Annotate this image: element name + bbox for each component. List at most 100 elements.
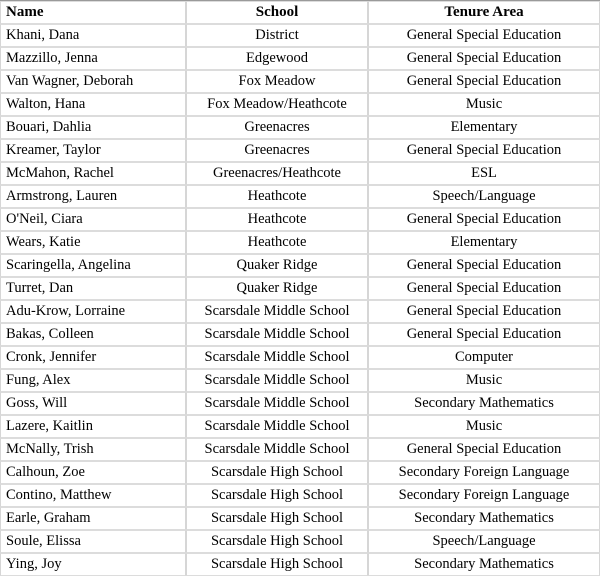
cell-school[interactable]: Greenacres	[186, 139, 368, 162]
cell-name[interactable]: Earle, Graham	[0, 507, 186, 530]
cell-tenure-area[interactable]: Secondary Mathematics	[368, 553, 600, 576]
cell-school[interactable]: Greenacres	[186, 116, 368, 139]
cell-tenure-area[interactable]: General Special Education	[368, 139, 600, 162]
cell-tenure-area[interactable]: General Special Education	[368, 208, 600, 231]
cell-tenure-area[interactable]: Secondary Mathematics	[368, 392, 600, 415]
cell-name[interactable]: Turret, Dan	[0, 277, 186, 300]
cell-tenure-area[interactable]: Secondary Mathematics	[368, 507, 600, 530]
cell-name[interactable]: Khani, Dana	[0, 24, 186, 47]
cell-name[interactable]: Adu-Krow, Lorraine	[0, 300, 186, 323]
cell-tenure-area[interactable]: General Special Education	[368, 277, 600, 300]
table-row[interactable]: Bakas, Colleen Scarsdale Middle School Gen…	[0, 323, 600, 346]
cell-name[interactable]: Lazere, Kaitlin	[0, 415, 186, 438]
cell-school[interactable]: Scarsdale High School	[186, 530, 368, 553]
cell-tenure-area[interactable]: ESL	[368, 162, 600, 185]
table-row[interactable]: Van Wagner, Deborah Fox Meadow General Spe…	[0, 70, 600, 93]
table-row[interactable]: Adu-Krow, Lorraine Scarsdale Middle Schoo…	[0, 300, 600, 323]
cell-name[interactable]: Bakas, Colleen	[0, 323, 186, 346]
table-row[interactable]: McNally, Trish Scarsdale Middle School Gen…	[0, 438, 600, 461]
cell-tenure-area[interactable]: General Special Education	[368, 254, 600, 277]
column-header-name[interactable]: Name	[0, 1, 186, 24]
cell-school[interactable]: Scarsdale High School	[186, 507, 368, 530]
cell-name[interactable]: O'Neil, Ciara	[0, 208, 186, 231]
cell-tenure-area[interactable]: Music	[368, 415, 600, 438]
cell-school[interactable]: Edgewood	[186, 47, 368, 70]
cell-school[interactable]: Quaker Ridge	[186, 277, 368, 300]
cell-tenure-area[interactable]: Music	[368, 369, 600, 392]
cell-name[interactable]: Calhoun, Zoe	[0, 461, 186, 484]
cell-tenure-area[interactable]: Secondary Foreign Language	[368, 461, 600, 484]
table-row[interactable]: Khani, Dana District General Special Educa…	[0, 24, 600, 47]
cell-tenure-area[interactable]: Speech/Language	[368, 185, 600, 208]
cell-name[interactable]: Scaringella, Angelina	[0, 254, 186, 277]
cell-name[interactable]: Armstrong, Lauren	[0, 185, 186, 208]
cell-name[interactable]: Mazzillo, Jenna	[0, 47, 186, 70]
cell-school[interactable]: Scarsdale High School	[186, 461, 368, 484]
table-row[interactable]: Soule, Elissa Scarsdale High School Speech…	[0, 530, 600, 553]
table-row[interactable]: Walton, Hana Fox Meadow/Heathcote Music	[0, 93, 600, 116]
cell-name[interactable]: Walton, Hana	[0, 93, 186, 116]
table-row[interactable]: Armstrong, Lauren Heathcote Speech/Languag…	[0, 185, 600, 208]
cell-school[interactable]: Fox Meadow/Heathcote	[186, 93, 368, 116]
cell-tenure-area[interactable]: Speech/Language	[368, 530, 600, 553]
cell-name[interactable]: Kreamer, Taylor	[0, 139, 186, 162]
cell-name[interactable]: Ying, Joy	[0, 553, 186, 576]
cell-school[interactable]: Fox Meadow	[186, 70, 368, 93]
cell-school[interactable]: Scarsdale Middle School	[186, 438, 368, 461]
cell-tenure-area[interactable]: Elementary	[368, 116, 600, 139]
cell-name[interactable]: Bouari, Dahlia	[0, 116, 186, 139]
cell-tenure-area[interactable]: Elementary	[368, 231, 600, 254]
cell-school[interactable]: Scarsdale High School	[186, 553, 368, 576]
cell-name[interactable]: Cronk, Jennifer	[0, 346, 186, 369]
column-header-tenure-area[interactable]: Tenure Area	[368, 1, 600, 24]
table-row[interactable]: Cronk, Jennifer Scarsdale Middle School Co…	[0, 346, 600, 369]
cell-tenure-area[interactable]: General Special Education	[368, 438, 600, 461]
cell-tenure-area[interactable]: General Special Education	[368, 70, 600, 93]
cell-name[interactable]: Van Wagner, Deborah	[0, 70, 186, 93]
table-row[interactable]: Earle, Graham Scarsdale High School Second…	[0, 507, 600, 530]
cell-name[interactable]: Contino, Matthew	[0, 484, 186, 507]
cell-school[interactable]: Heathcote	[186, 185, 368, 208]
cell-tenure-area[interactable]: General Special Education	[368, 24, 600, 47]
cell-name[interactable]: McMahon, Rachel	[0, 162, 186, 185]
cell-school[interactable]: Heathcote	[186, 208, 368, 231]
table-row[interactable]: O'Neil, Ciara Heathcote General Special Ed…	[0, 208, 600, 231]
cell-name[interactable]: Wears, Katie	[0, 231, 186, 254]
table-row[interactable]: McMahon, Rachel Greenacres/Heathcote ESL	[0, 162, 600, 185]
cell-school[interactable]: Quaker Ridge	[186, 254, 368, 277]
cell-name[interactable]: Fung, Alex	[0, 369, 186, 392]
cell-tenure-area[interactable]: Computer	[368, 346, 600, 369]
cell-school[interactable]: Scarsdale Middle School	[186, 346, 368, 369]
table-row[interactable]: Fung, Alex Scarsdale Middle School Music	[0, 369, 600, 392]
cell-school[interactable]: Scarsdale High School	[186, 484, 368, 507]
cell-school[interactable]: Scarsdale Middle School	[186, 415, 368, 438]
cell-school[interactable]: Greenacres/Heathcote	[186, 162, 368, 185]
cell-name[interactable]: Goss, Will	[0, 392, 186, 415]
cell-school[interactable]: Heathcote	[186, 231, 368, 254]
cell-tenure-area[interactable]: General Special Education	[368, 300, 600, 323]
table-header-row: Name School Tenure Area	[0, 1, 600, 24]
table-row[interactable]: Bouari, Dahlia Greenacres Elementary	[0, 116, 600, 139]
cell-school[interactable]: Scarsdale Middle School	[186, 300, 368, 323]
cell-school[interactable]: Scarsdale Middle School	[186, 392, 368, 415]
table-row[interactable]: Goss, Will Scarsdale Middle School Seconda…	[0, 392, 600, 415]
cell-tenure-area[interactable]: General Special Education	[368, 47, 600, 70]
table-row[interactable]: Contino, Matthew Scarsdale High School Sec…	[0, 484, 600, 507]
cell-tenure-area[interactable]: Music	[368, 93, 600, 116]
table-row[interactable]: Scaringella, Angelina Quaker Ridge General…	[0, 254, 600, 277]
cell-school[interactable]: Scarsdale Middle School	[186, 369, 368, 392]
cell-tenure-area[interactable]: Secondary Foreign Language	[368, 484, 600, 507]
table-row[interactable]: Turret, Dan Quaker Ridge General Special E…	[0, 277, 600, 300]
table-row[interactable]: Calhoun, Zoe Scarsdale High School Seconda…	[0, 461, 600, 484]
table-row[interactable]: Wears, Katie Heathcote Elementary	[0, 231, 600, 254]
table-row[interactable]: Kreamer, Taylor Greenacres General Special…	[0, 139, 600, 162]
cell-tenure-area[interactable]: General Special Education	[368, 323, 600, 346]
cell-name[interactable]: McNally, Trish	[0, 438, 186, 461]
table-row[interactable]: Mazzillo, Jenna Edgewood General Special E…	[0, 47, 600, 70]
table-row[interactable]: Ying, Joy Scarsdale High School Secondary …	[0, 553, 600, 576]
table-row[interactable]: Lazere, Kaitlin Scarsdale Middle School Mu…	[0, 415, 600, 438]
cell-school[interactable]: District	[186, 24, 368, 47]
cell-school[interactable]: Scarsdale Middle School	[186, 323, 368, 346]
cell-name[interactable]: Soule, Elissa	[0, 530, 186, 553]
column-header-school[interactable]: School	[186, 1, 368, 24]
